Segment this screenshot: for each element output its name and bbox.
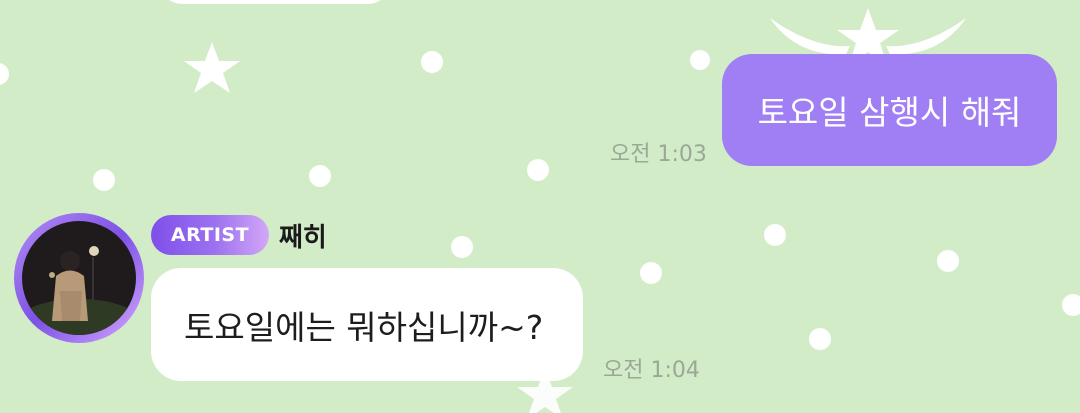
artist-badge: ARTIST <box>151 215 269 255</box>
previous-message-bubble[interactable] <box>160 0 390 4</box>
sender-name[interactable]: 째히 <box>279 217 327 254</box>
incoming-message-bubble[interactable]: 토요일에는 뭐하십니까~? <box>151 268 583 381</box>
incoming-message-time: 오전 1:04 <box>603 358 700 383</box>
incoming-message-text: 토요일에는 뭐하십니까~? <box>184 307 544 347</box>
star-icon <box>184 42 240 93</box>
avatar[interactable] <box>14 213 144 343</box>
outgoing-message-text: 토요일 삼행시 해줘 <box>757 93 1022 132</box>
outgoing-message-bubble[interactable]: 토요일 삼행시 해줘 <box>722 54 1057 166</box>
outgoing-message-time: 오전 1:03 <box>610 142 707 167</box>
artist-profile-photo <box>22 221 136 335</box>
